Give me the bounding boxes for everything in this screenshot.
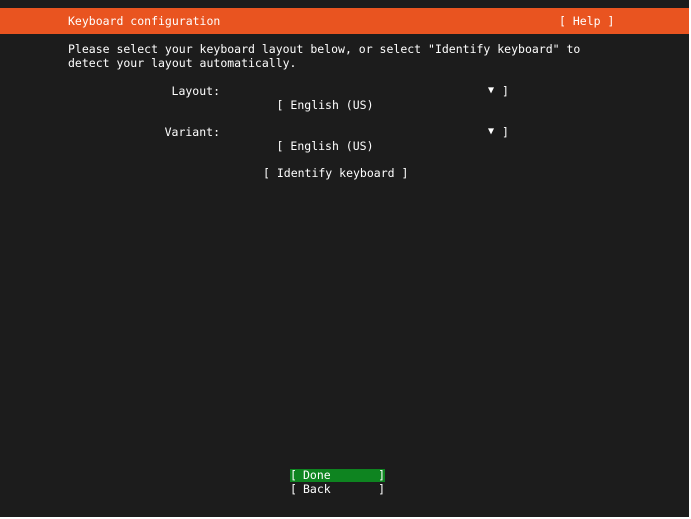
done-open-bracket: [ xyxy=(290,468,297,482)
intro-text: Please select your keyboard layout below… xyxy=(68,42,581,70)
done-label: Done xyxy=(303,468,331,482)
variant-open-bracket: [ xyxy=(276,139,284,153)
done-button[interactable]: [ Done ] xyxy=(290,469,385,482)
layout-label: Layout: xyxy=(171,84,220,98)
variant-value: English (US) xyxy=(290,139,374,153)
chevron-down-icon[interactable]: ▼ xyxy=(488,84,494,98)
chevron-down-icon[interactable]: ▼ xyxy=(488,125,494,139)
variant-label: Variant: xyxy=(164,125,220,139)
back-label: Back xyxy=(303,482,331,496)
back-open-bracket: [ xyxy=(290,482,297,496)
identify-keyboard-button[interactable]: [ Identify keyboard ] xyxy=(263,166,408,180)
back-button[interactable]: [ Back ] xyxy=(290,483,385,496)
installer-screen: Keyboard configuration [ Help ] Please s… xyxy=(0,0,689,517)
header-bar: Keyboard configuration [ Help ] xyxy=(0,8,689,34)
layout-value: English (US) xyxy=(290,98,374,112)
layout-close-bracket: ] xyxy=(502,84,509,98)
variant-close-bracket: ] xyxy=(502,125,509,139)
help-button[interactable]: [ Help ] xyxy=(559,14,614,28)
done-close-bracket: ] xyxy=(378,468,385,482)
page-title: Keyboard configuration xyxy=(68,14,221,28)
variant-select-value[interactable]: [ English (US) xyxy=(235,125,374,167)
layout-open-bracket: [ xyxy=(276,98,284,112)
layout-select-value[interactable]: [ English (US) xyxy=(235,84,374,126)
back-close-bracket: ] xyxy=(378,482,385,496)
